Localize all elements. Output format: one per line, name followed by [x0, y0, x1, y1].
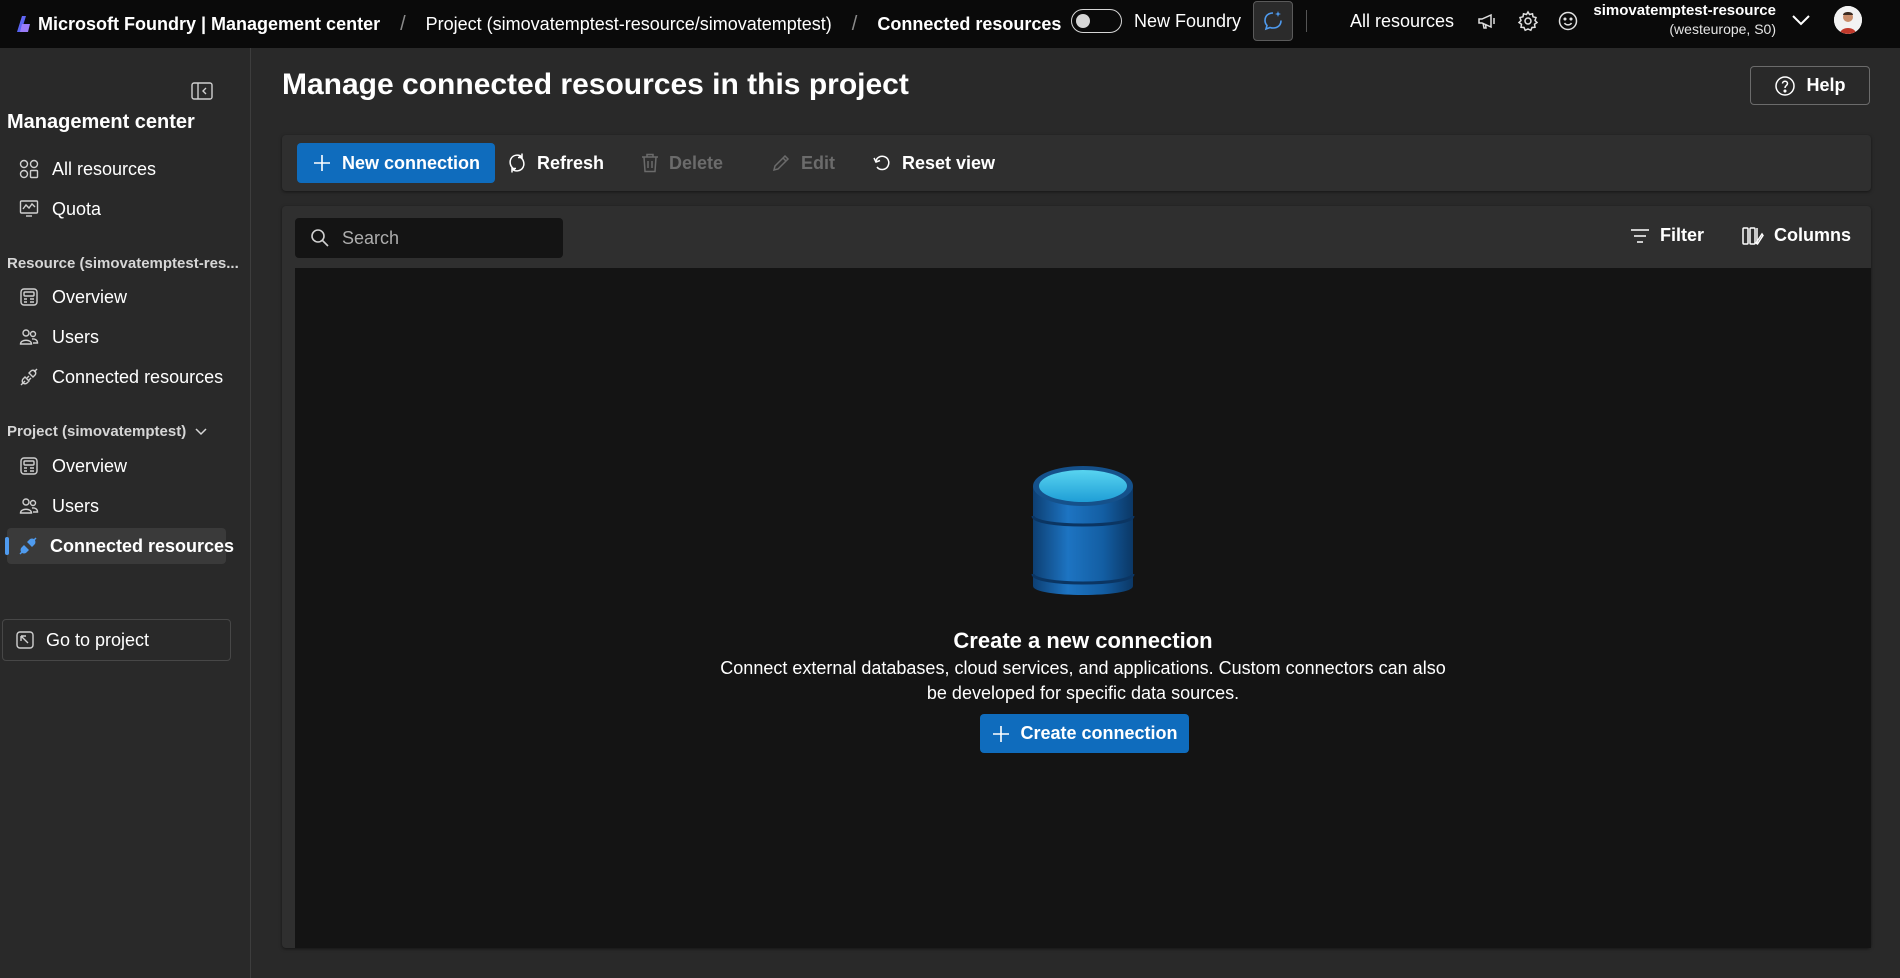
plus-icon — [312, 153, 332, 173]
command-toolbar: New connection Refresh Delete Edit Reset… — [282, 135, 1871, 191]
new-foundry-toggle[interactable]: New Foundry — [1071, 9, 1241, 33]
settings-gear-icon[interactable] — [1517, 10, 1539, 32]
filter-icon — [1630, 228, 1650, 244]
sidebar-item-quota[interactable]: Quota — [7, 191, 226, 227]
edit-button[interactable]: Edit — [771, 143, 835, 183]
project-section-label: Project (simovatemptest) — [7, 423, 187, 440]
foundry-logo-icon — [17, 16, 30, 32]
users-icon — [18, 326, 40, 348]
sidebar-item-label: Connected resources — [52, 366, 224, 387]
plug-icon — [18, 535, 38, 557]
filter-label: Filter — [1660, 225, 1705, 245]
sidebar: Management center All resources Quota Re… — [0, 48, 251, 978]
breadcrumb-separator: / — [851, 12, 858, 35]
breadcrumb-separator: / — [400, 12, 406, 35]
top-bar: Microsoft Foundry | Management center / … — [0, 0, 1900, 48]
help-label: Help — [1806, 75, 1846, 95]
overview-icon — [18, 286, 40, 308]
connections-grid-panel: Filter Columns — [282, 206, 1871, 948]
account-info[interactable]: simovatemptest-resource (westeurope, S0) — [1590, 2, 1776, 37]
plus-icon — [991, 724, 1011, 744]
refresh-label: Refresh — [537, 152, 605, 173]
breadcrumb-project[interactable]: Project (simovatemptest-resource/simovat… — [426, 14, 832, 35]
overview-icon — [18, 455, 40, 477]
sidebar-item-project-users[interactable]: Users — [7, 488, 226, 524]
grid-body: Create a new connection Connect external… — [295, 268, 1871, 948]
reset-view-label: Reset view — [902, 152, 996, 173]
users-icon — [18, 495, 40, 517]
sidebar-item-label: Quota — [52, 198, 102, 219]
trash-icon — [641, 153, 659, 173]
sidebar-item-label: Overview — [52, 455, 128, 476]
project-section-heading[interactable]: Project (simovatemptest) — [7, 423, 208, 440]
account-name: simovatemptest-resource — [1593, 2, 1776, 19]
toggle-knob — [1076, 14, 1090, 28]
sidebar-item-project-connected-resources[interactable]: Connected resources — [5, 528, 234, 564]
columns-label: Columns — [1774, 225, 1852, 245]
announcements-icon[interactable] — [1476, 10, 1498, 32]
create-connection-label: Create connection — [1020, 723, 1178, 743]
sidebar-item-label: Users — [52, 326, 100, 347]
account-region: (westeurope, S0) — [1669, 21, 1776, 37]
sidebar-item-project-overview[interactable]: Overview — [7, 448, 226, 484]
chart-icon — [18, 198, 40, 220]
edit-label: Edit — [801, 152, 835, 173]
feedback-smiley-icon[interactable] — [1557, 10, 1579, 32]
sidebar-item-resource-users[interactable]: Users — [7, 319, 226, 355]
sidebar-item-label: Users — [52, 495, 100, 516]
collapse-sidebar-icon[interactable] — [191, 82, 213, 100]
all-resources-link[interactable]: All resources — [1350, 11, 1454, 32]
columns-icon — [1742, 226, 1764, 246]
delete-button[interactable]: Delete — [641, 143, 723, 183]
page-title: Manage connected resources in this proje… — [282, 68, 909, 101]
columns-button[interactable]: Columns — [1742, 225, 1851, 246]
brand-title: Microsoft Foundry | Management center — [38, 13, 381, 34]
refresh-icon — [507, 152, 527, 174]
resource-section-heading: Resource (simovatemptest-res... — [7, 255, 239, 272]
reset-icon — [872, 153, 892, 173]
arrow-up-left-icon — [14, 629, 36, 651]
filter-button[interactable]: Filter — [1630, 225, 1704, 246]
help-button[interactable]: Help — [1750, 66, 1870, 105]
copilot-button[interactable] — [1253, 1, 1293, 41]
question-circle-icon — [1774, 75, 1796, 97]
chevron-down-icon[interactable] — [1791, 13, 1811, 27]
delete-label: Delete — [669, 152, 724, 173]
plug-icon — [18, 366, 40, 388]
new-connection-label: New connection — [342, 152, 481, 173]
sidebar-item-all-resources[interactable]: All resources — [7, 151, 226, 187]
search-icon — [310, 228, 330, 248]
sidebar-item-label: All resources — [52, 158, 157, 179]
go-to-project-label: Go to project — [46, 629, 150, 650]
reset-view-button[interactable]: Reset view — [872, 143, 995, 183]
toggle-switch[interactable] — [1071, 9, 1122, 33]
refresh-button[interactable]: Refresh — [507, 143, 604, 183]
go-to-project-button[interactable]: Go to project — [2, 619, 231, 661]
search-box[interactable] — [295, 218, 563, 258]
new-connection-button[interactable]: New connection — [297, 143, 496, 183]
sidebar-item-label: Overview — [52, 286, 128, 307]
sidebar-title: Management center — [7, 111, 195, 133]
brand[interactable]: Microsoft Foundry | Management center — [13, 14, 380, 35]
sidebar-item-resource-overview[interactable]: Overview — [7, 279, 226, 315]
pencil-icon — [771, 153, 791, 173]
topbar-divider — [1306, 10, 1307, 32]
avatar-person-icon — [1834, 6, 1862, 34]
toggle-label: New Foundry — [1134, 10, 1242, 31]
copilot-chat-icon — [1264, 11, 1282, 31]
empty-state-description: Connect external databases, cloud servic… — [720, 658, 1446, 703]
breadcrumb-current: Connected resources — [877, 13, 1062, 34]
chevron-down-icon — [195, 427, 207, 435]
avatar[interactable] — [1834, 6, 1862, 34]
empty-state-title: Create a new connection — [953, 628, 1213, 653]
database-icon — [1031, 466, 1135, 595]
search-input[interactable] — [342, 227, 542, 249]
sidebar-item-resource-connected-resources[interactable]: Connected resources — [7, 359, 226, 395]
create-connection-button[interactable]: Create connection — [980, 714, 1189, 753]
sidebar-item-label: Connected resources — [50, 535, 235, 556]
grid-icon — [18, 158, 40, 180]
